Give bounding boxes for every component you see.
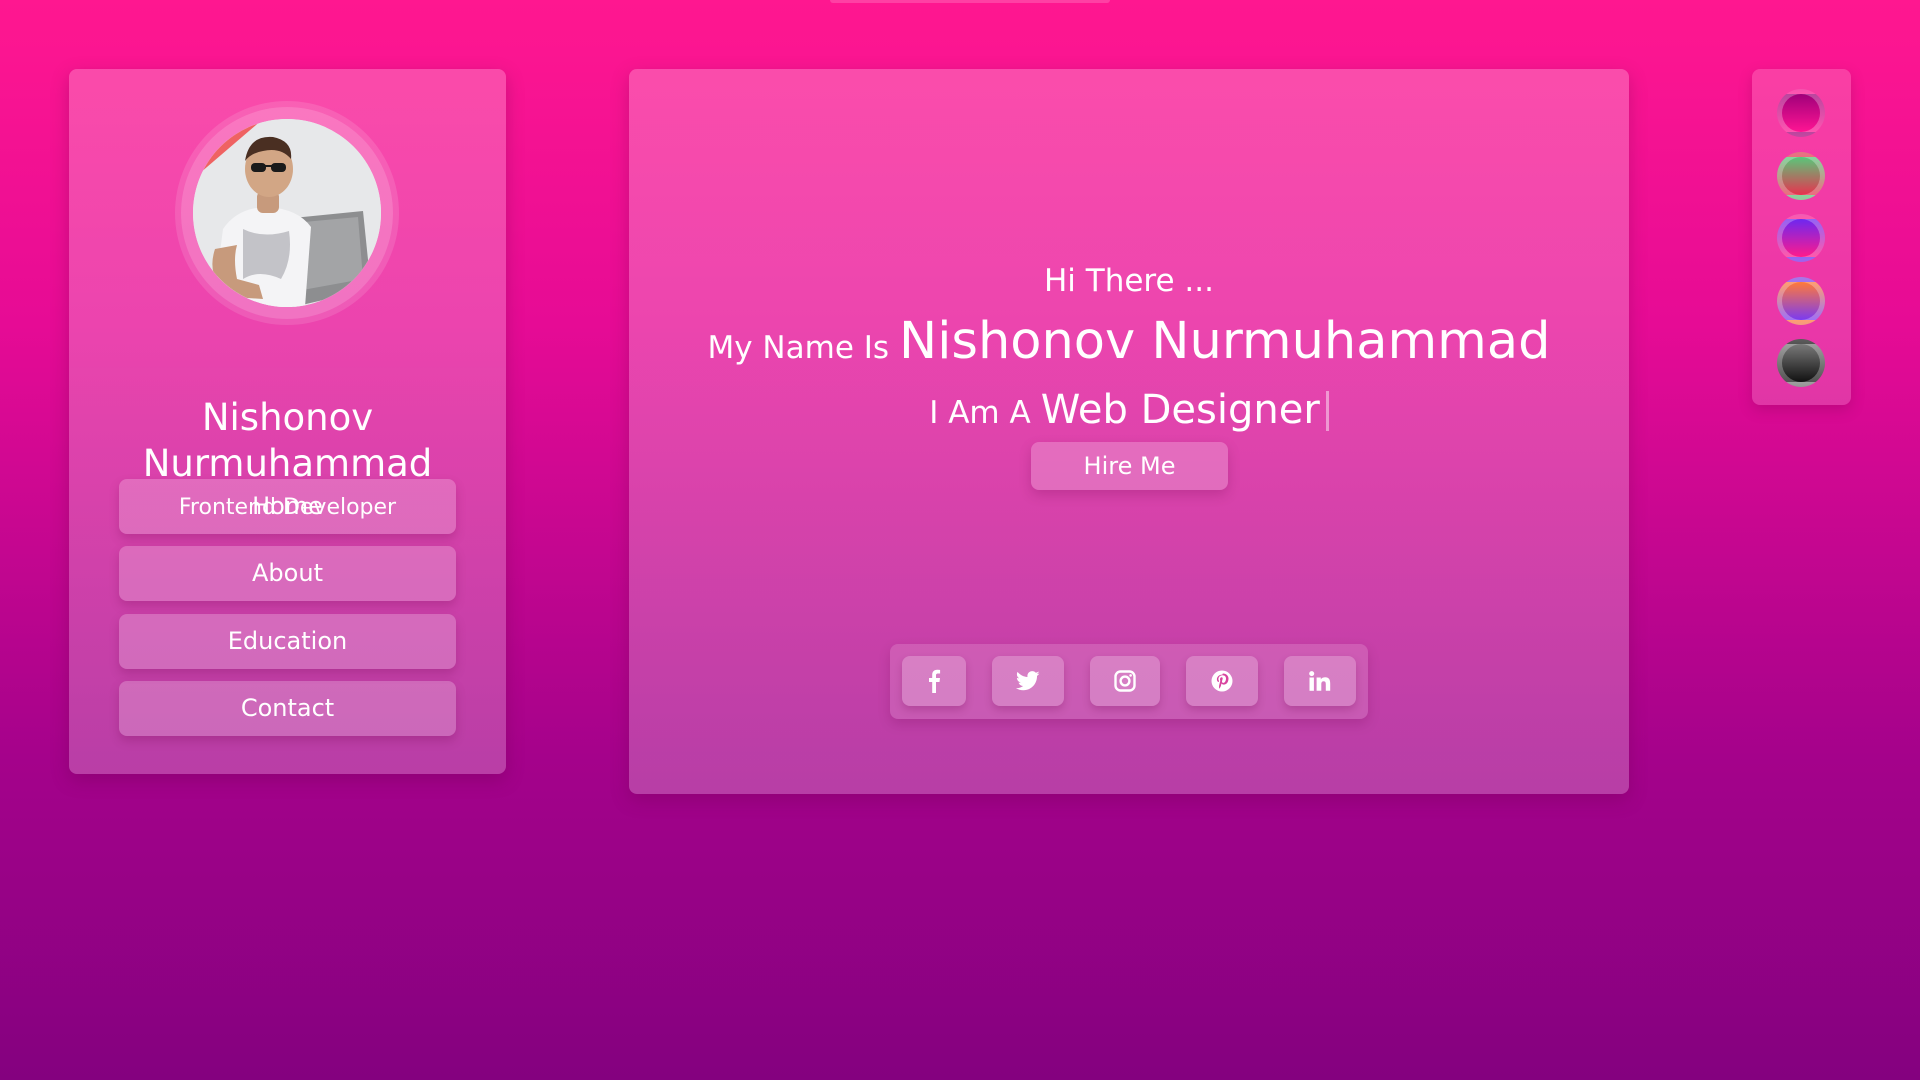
linkedin-link[interactable] [1284,656,1356,706]
theme-swatch-purple-pink[interactable] [1777,214,1825,262]
nav-contact-button[interactable]: Contact [119,681,456,736]
twitter-link[interactable] [992,656,1064,706]
hero-role-prefix: I Am A [929,395,1031,431]
profile-name: Nishonov Nurmuhammad [69,395,506,487]
facebook-link[interactable] [902,656,966,706]
pinterest-icon [1211,670,1233,692]
hero-role: Web Designer [1040,387,1320,433]
hero-name-prefix: My Name Is [707,330,890,366]
hero-greeting: Hi There ... [1044,263,1214,299]
theme-swatch-orange-violet[interactable] [1777,277,1825,325]
twitter-icon [1016,671,1040,691]
theme-switcher [1752,69,1851,405]
social-links [890,644,1368,719]
theme-swatch-dark[interactable] [1777,339,1825,387]
facebook-icon [929,669,941,693]
instagram-link[interactable] [1090,656,1160,706]
nav-about-button[interactable]: About [119,546,456,601]
theme-swatch-magenta[interactable] [1777,89,1825,137]
hire-me-button[interactable]: Hire Me [1031,442,1228,490]
profile-sidebar: Nishonov Nurmuhammad Frontend Developer … [69,69,506,774]
linkedin-icon [1309,671,1331,691]
avatar [193,119,381,307]
avatar-ring [181,107,393,319]
nav-home-button[interactable]: Home [119,479,456,534]
top-highlight [830,0,1110,3]
hero-name: Nishonov Nurmuhammad [899,312,1551,371]
nav-education-button[interactable]: Education [119,614,456,669]
typing-cursor [1325,391,1329,431]
pinterest-link[interactable] [1186,656,1258,706]
instagram-icon [1114,670,1136,692]
theme-swatch-green-red[interactable] [1777,152,1825,200]
avatar-photo [193,119,381,307]
hero-card: Hi There ... My Name Is Nishonov Nurmuham… [629,69,1629,794]
profile-name-first: Nishonov [201,396,374,439]
